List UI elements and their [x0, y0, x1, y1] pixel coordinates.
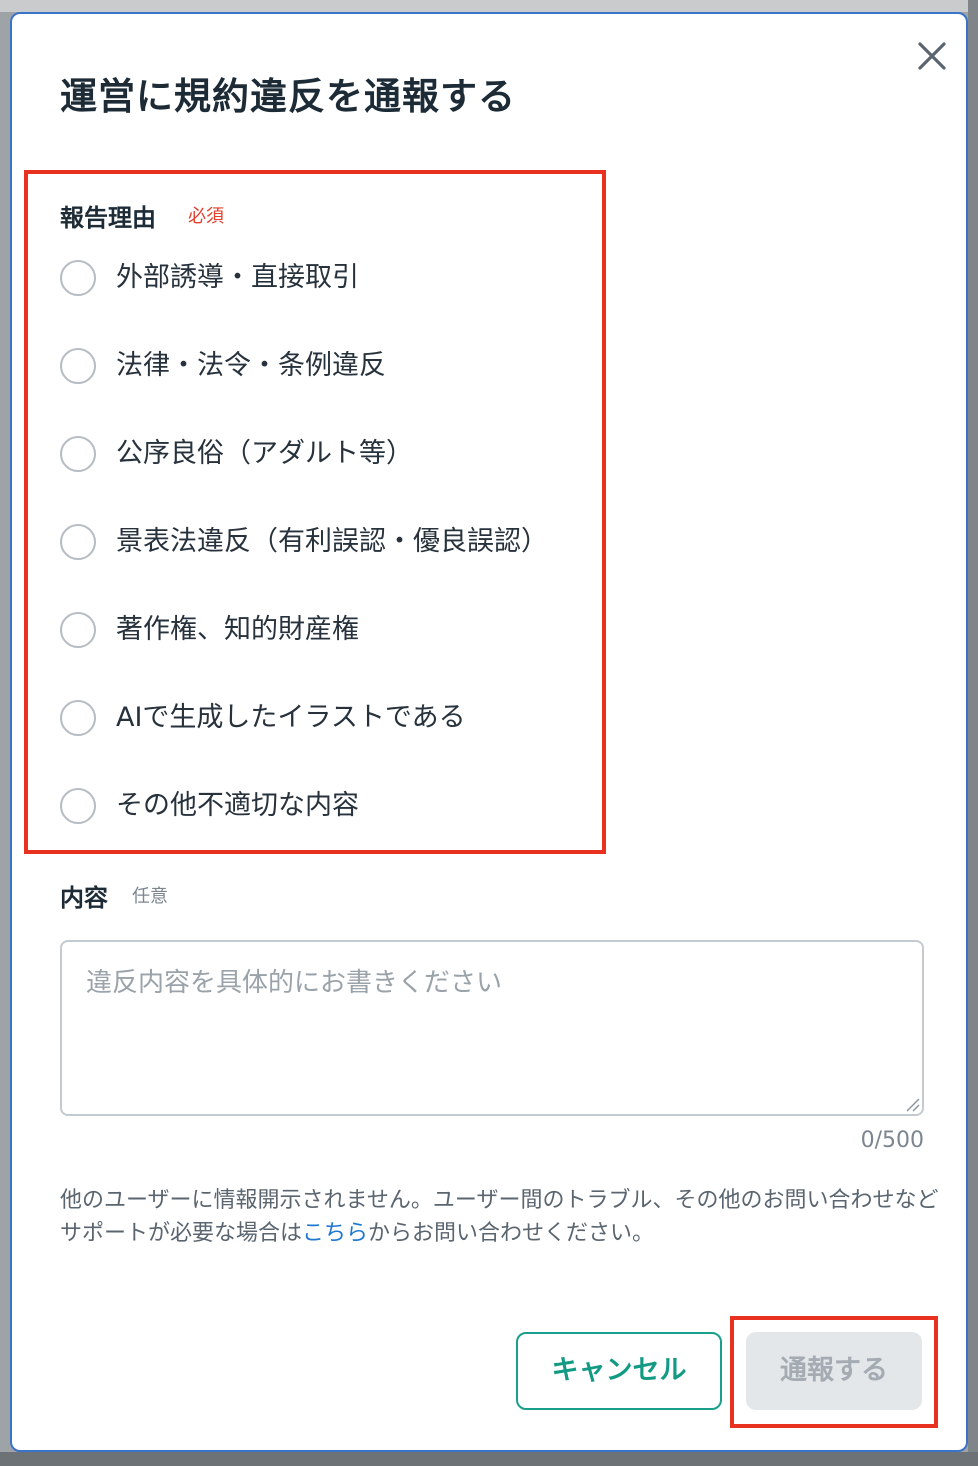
character-counter: 0/500 — [860, 1128, 924, 1153]
content-label: 内容 — [60, 884, 108, 912]
reason-option-misleading-representation[interactable]: 景表法違反（有利誤認・優良誤認） — [60, 522, 580, 566]
optional-badge: 任意 — [132, 886, 168, 907]
radio-label: 法律・法令・条例違反 — [116, 350, 386, 381]
reason-option-other[interactable]: その他不適切な内容 — [60, 786, 580, 830]
backdrop-footer — [0, 1452, 978, 1466]
reason-option-law-violation[interactable]: 法律・法令・条例違反 — [60, 346, 580, 390]
reason-label: 報告理由 — [60, 204, 156, 232]
radio-button[interactable] — [60, 436, 96, 472]
radio-button[interactable] — [60, 524, 96, 560]
radio-label: 公序良俗（アダルト等） — [116, 438, 413, 469]
backdrop-header — [0, 0, 978, 12]
submit-report-button[interactable]: 通報する — [746, 1332, 922, 1410]
radio-label: AIで生成したイラストである — [116, 702, 466, 733]
radio-button[interactable] — [60, 700, 96, 736]
support-link[interactable]: こちら — [302, 1221, 368, 1246]
resize-handle-icon[interactable] — [904, 1096, 920, 1112]
radio-label: 外部誘導・直接取引 — [116, 262, 359, 293]
dialog-title: 運営に規約違反を通報する — [60, 75, 516, 118]
reason-option-public-morals[interactable]: 公序良俗（アダルト等） — [60, 434, 580, 478]
close-icon — [918, 42, 946, 70]
notice-text-end: からお問い合わせください。 — [368, 1221, 655, 1246]
reason-option-ai-generated[interactable]: AIで生成したイラストである — [60, 698, 580, 742]
radio-button[interactable] — [60, 788, 96, 824]
radio-button[interactable] — [60, 348, 96, 384]
content-textarea[interactable] — [60, 940, 924, 1116]
radio-button[interactable] — [60, 260, 96, 296]
reason-option-external-inducement[interactable]: 外部誘導・直接取引 — [60, 258, 580, 302]
radio-label: 景表法違反（有利誤認・優良誤認） — [116, 526, 548, 557]
required-badge: 必須 — [188, 206, 224, 227]
close-button[interactable] — [914, 38, 950, 74]
reason-option-copyright[interactable]: 著作権、知的財産権 — [60, 610, 580, 654]
radio-label: その他不適切な内容 — [116, 790, 359, 821]
cancel-button[interactable]: キャンセル — [516, 1332, 722, 1410]
radio-label: 著作権、知的財産権 — [116, 614, 359, 645]
backdrop-scrollbar — [968, 0, 978, 1466]
privacy-notice: 他のユーザーに情報開示されません。ユーザー間のトラブル、その他のお問い合わせなど… — [60, 1184, 940, 1250]
report-dialog: 運営に規約違反を通報する 報告理由 必須 外部誘導・直接取引 法律・法令・条例違… — [10, 12, 968, 1452]
radio-button[interactable] — [60, 612, 96, 648]
